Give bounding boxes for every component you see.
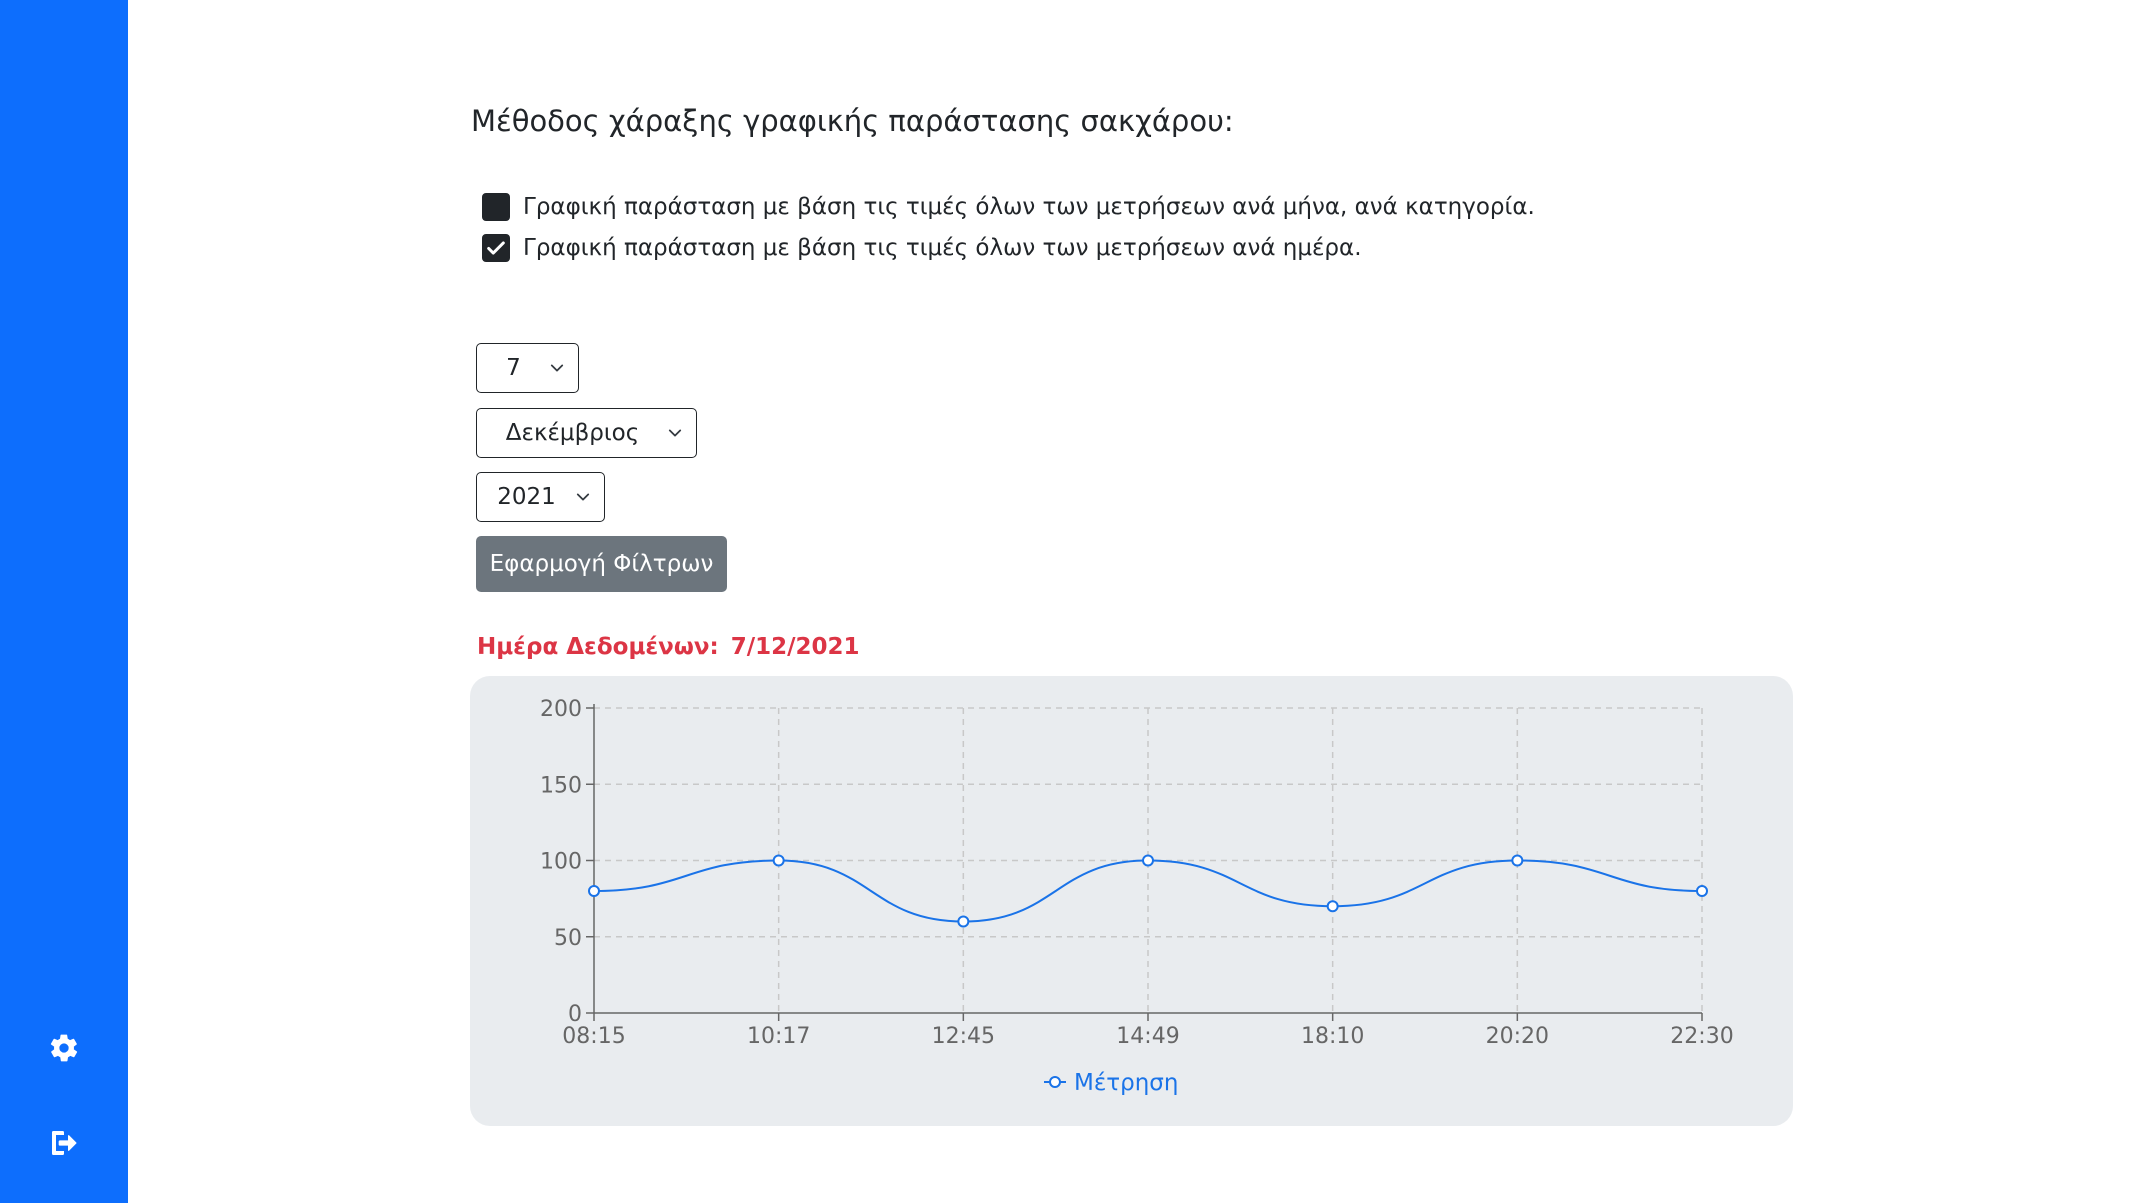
chart-canvas: 05010015020008:15 10:17 12:45 14:49 18:10 20:… xyxy=(540,697,1734,1096)
series-line xyxy=(593,859,1703,923)
chevron-down-icon xyxy=(550,364,564,372)
x-tick-label: 10:17 xyxy=(747,1024,810,1049)
data-day-label: Ημέρα Δεδομένων: xyxy=(477,634,719,660)
x-tick-label: 14:49 xyxy=(1116,1024,1179,1049)
x-tick-label: 12:45 xyxy=(932,1024,995,1049)
data-day: Ημέρα Δεδομένων: 7/12/2021 xyxy=(477,634,860,660)
check-icon xyxy=(487,241,505,255)
gear-icon[interactable] xyxy=(46,1030,82,1066)
data-day-value: 7/12/2021 xyxy=(730,634,860,660)
y-tick-label: 200 xyxy=(540,697,582,722)
monthly-checkbox[interactable] xyxy=(482,193,510,221)
day-select-value: 7 xyxy=(506,355,521,381)
data-point xyxy=(588,885,600,897)
glucose-chart: 0 50 100 150 200 08:15 10:17 12:45 14:49 18:10 20:… xyxy=(470,676,1793,1126)
page-heading: Μέθοδος χάραξης γραφικής παράστασης σακχ… xyxy=(471,104,1234,138)
legend-label: Μέτρηση xyxy=(1074,1070,1178,1096)
option-label: Γραφική παράσταση με βάση τις τιμές όλων… xyxy=(523,194,1535,220)
option-label: Γραφική παράσταση με βάση τις τιμές όλων… xyxy=(523,235,1362,261)
x-tick-label: 08:15 xyxy=(562,1024,625,1049)
data-point xyxy=(1326,900,1339,913)
day-select[interactable]: 7 xyxy=(476,343,579,393)
option-monthly-by-category[interactable]: Γραφική παράσταση με βάση τις τιμές όλων… xyxy=(482,193,1535,221)
option-daily[interactable]: Γραφική παράσταση με βάση τις τιμές όλων… xyxy=(482,234,1362,262)
data-point xyxy=(1696,885,1708,897)
y-tick-label: 150 xyxy=(540,773,582,798)
legend-marker xyxy=(1049,1076,1061,1088)
year-select-value: 2021 xyxy=(497,484,556,510)
data-point xyxy=(1511,854,1524,867)
daily-checkbox[interactable] xyxy=(482,234,510,262)
data-point xyxy=(1142,854,1154,867)
month-select[interactable]: Δεκέμβριος xyxy=(476,408,697,458)
sign-out-icon[interactable] xyxy=(46,1125,82,1161)
data-point xyxy=(772,854,785,867)
x-tick-label: 22:30 xyxy=(1670,1024,1733,1049)
apply-filters-button[interactable]: Εφαρμογή Φίλτρων xyxy=(476,536,727,592)
data-point xyxy=(957,915,970,928)
month-select-value: Δεκέμβριος xyxy=(505,420,640,446)
x-tick-label: 20:20 xyxy=(1486,1024,1549,1049)
chevron-down-icon xyxy=(668,429,682,437)
y-tick-label: 100 xyxy=(540,850,582,875)
y-tick-label: 50 xyxy=(554,926,582,951)
chevron-down-icon xyxy=(576,493,590,501)
sidebar xyxy=(0,0,128,1203)
x-tick-label: 18:10 xyxy=(1301,1024,1364,1049)
year-select[interactable]: 2021 xyxy=(476,472,605,522)
